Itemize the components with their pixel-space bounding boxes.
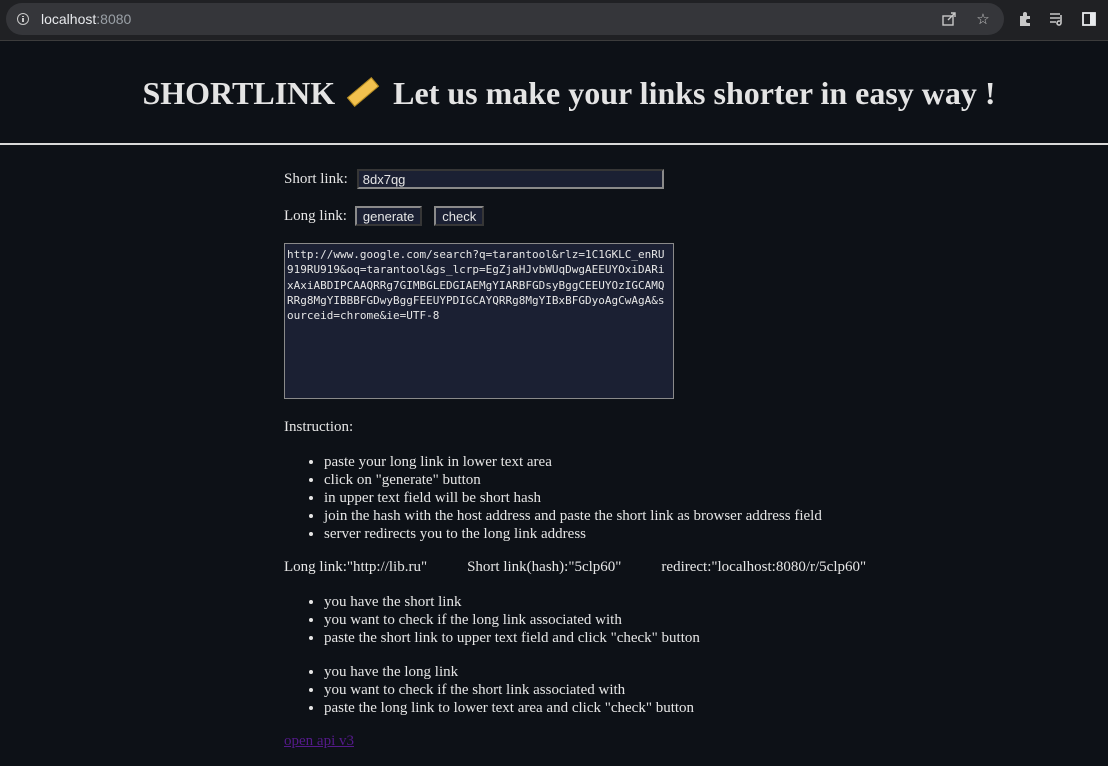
long-link-row: Long link: generate check [284,202,1084,230]
ruler-icon [347,77,380,108]
brand-name: SHORTLINK [142,74,336,111]
generate-button[interactable]: generate [354,206,423,226]
long-link-textarea[interactable]: http://www.google.com/search?q=tarantool… [284,243,674,399]
example-short: Short link(hash):"5clp60" [467,559,622,575]
main-content: Short link: Long link: generate check ht… [284,143,1084,750]
list-item: paste the short link to upper text field… [324,629,1084,647]
tagline: Let us make your links shorter in easy w… [393,74,996,111]
example-row: Long link:"http://lib.ru" Short link(has… [284,559,1084,576]
list-item: you want to check if the short link asso… [324,681,1084,699]
url-host: localhost [41,11,97,27]
extensions-icon[interactable] [1016,10,1034,28]
url-port: :8080 [96,11,132,27]
list-item: click on "generate" button [324,471,1084,489]
long-link-label: Long link: [284,207,347,224]
list-item: you have the long link [324,663,1084,681]
page-title: SHORTLINK Let us make your links shorter … [112,75,995,112]
open-api-link[interactable]: open api v3 [284,733,354,749]
instruction-title: Instruction: [284,419,354,435]
list-item: server redirects you to the long link ad… [324,525,1084,543]
instruction-steps: paste your long link in lower text area … [284,453,1084,543]
list-item: join the hash with the host address and … [324,507,1084,525]
short-link-label: Short link: [284,170,348,187]
example-redirect: redirect:"localhost:8080/r/5clp60" [661,559,867,575]
list-item: paste the long link to lower text area a… [324,699,1084,717]
short-link-row: Short link: [284,165,1084,193]
bookmark-star-icon[interactable]: ☆ [974,10,992,28]
check-long-steps: you have the long link you want to check… [284,663,1084,717]
share-icon[interactable] [940,10,958,28]
short-link-input[interactable] [356,169,664,189]
site-info-icon[interactable] [17,13,29,25]
browser-toolbar: localhost:8080 ☆ [0,0,1108,41]
reading-list-icon[interactable] [1048,10,1066,28]
example-long: Long link:"http://lib.ru" [284,559,428,575]
check-button[interactable]: check [434,206,485,226]
check-short-steps: you have the short link you want to chec… [284,593,1084,647]
list-item: you want to check if the long link assoc… [324,611,1084,629]
list-item: paste your long link in lower text area [324,453,1084,471]
list-item: you have the short link [324,593,1084,611]
list-item: in upper text field will be short hash [324,489,1084,507]
address-bar[interactable]: localhost:8080 ☆ [6,3,1004,35]
side-panel-icon[interactable] [1080,10,1098,28]
page-header: SHORTLINK Let us make your links shorter … [0,41,1108,145]
